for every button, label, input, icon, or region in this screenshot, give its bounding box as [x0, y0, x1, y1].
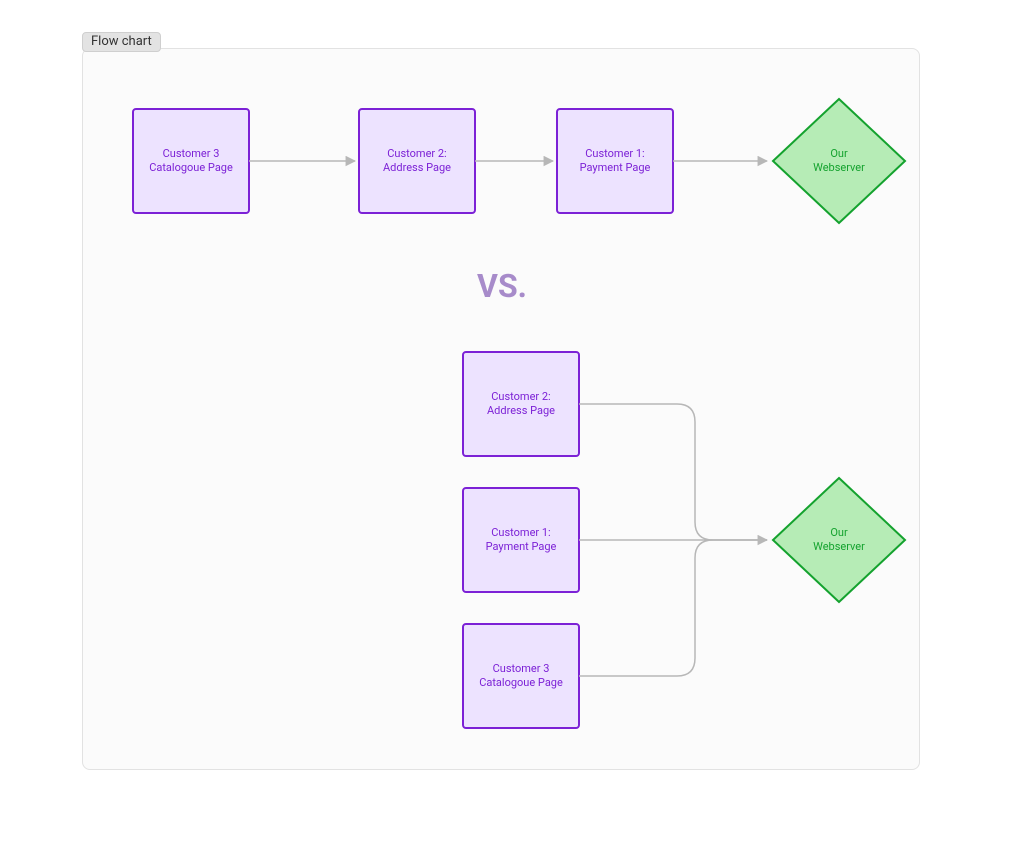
- svg-text:Customer 3: Customer 3: [493, 662, 550, 675]
- svg-text:Our: Our: [830, 526, 848, 539]
- node-top-customer1: Customer 1: Payment Page: [557, 109, 673, 213]
- node-label-line2: Webserver: [813, 161, 865, 174]
- svg-text:Catalogoue Page: Catalogoue Page: [479, 676, 563, 689]
- node-label-line2: Address Page: [383, 161, 451, 174]
- edge-bottom-c: [579, 540, 767, 676]
- vs-label: VS.: [477, 267, 527, 305]
- node-label-line2: Catalogoue Page: [479, 676, 563, 689]
- node-top-server: Our Webserver: [773, 99, 905, 223]
- node-label-line1: Customer 1:: [585, 147, 644, 160]
- svg-text:Customer 1:: Customer 1:: [491, 526, 550, 539]
- node-bottom-customer3: Customer 3 Catalogoue Page: [463, 624, 579, 728]
- node-bottom-server: Our Webserver: [773, 478, 905, 602]
- svg-text:Webserver: Webserver: [813, 161, 865, 174]
- node-label-line2: Webserver: [813, 540, 865, 553]
- node-top-customer2: Customer 2: Address Page: [359, 109, 475, 213]
- node-label-line2: Catalogoue Page: [149, 161, 233, 174]
- node-label-line1: Our: [830, 147, 848, 160]
- node-label-line2: Payment Page: [486, 540, 557, 553]
- diagram-panel: Customer 3 Catalogoue Page Customer 2: A…: [82, 48, 920, 770]
- node-label-line1: Customer 2:: [387, 147, 446, 160]
- svg-text:Customer 2:: Customer 2:: [387, 147, 446, 160]
- svg-text:Payment Page: Payment Page: [486, 540, 557, 553]
- svg-text:Customer 1:: Customer 1:: [585, 147, 644, 160]
- svg-text:Address Page: Address Page: [383, 161, 451, 174]
- node-bottom-customer1: Customer 1: Payment Page: [463, 488, 579, 592]
- node-label-line1: Customer 2:: [491, 390, 550, 403]
- svg-text:Customer 3: Customer 3: [163, 147, 220, 160]
- node-bottom-customer2: Customer 2: Address Page: [463, 352, 579, 456]
- panel-badge: Flow chart: [82, 32, 161, 52]
- node-label-line1: Our: [830, 526, 848, 539]
- node-top-customer3: Customer 3 Catalogoue Page: [133, 109, 249, 213]
- svg-text:Address Page: Address Page: [487, 404, 555, 417]
- svg-text:Catalogoue Page: Catalogoue Page: [149, 161, 233, 174]
- svg-text:Webserver: Webserver: [813, 540, 865, 553]
- svg-text:Payment Page: Payment Page: [580, 161, 651, 174]
- node-label-line1: Customer 3: [163, 147, 220, 160]
- node-label-line1: Customer 3: [493, 662, 550, 675]
- edge-bottom-a: [579, 404, 767, 540]
- flowchart-canvas: Customer 3 Catalogoue Page Customer 2: A…: [83, 49, 921, 771]
- node-label-line1: Customer 1:: [491, 526, 550, 539]
- svg-text:Customer 2:: Customer 2:: [491, 390, 550, 403]
- node-label-line2: Payment Page: [580, 161, 651, 174]
- node-label-line2: Address Page: [487, 404, 555, 417]
- svg-text:Our: Our: [830, 147, 848, 160]
